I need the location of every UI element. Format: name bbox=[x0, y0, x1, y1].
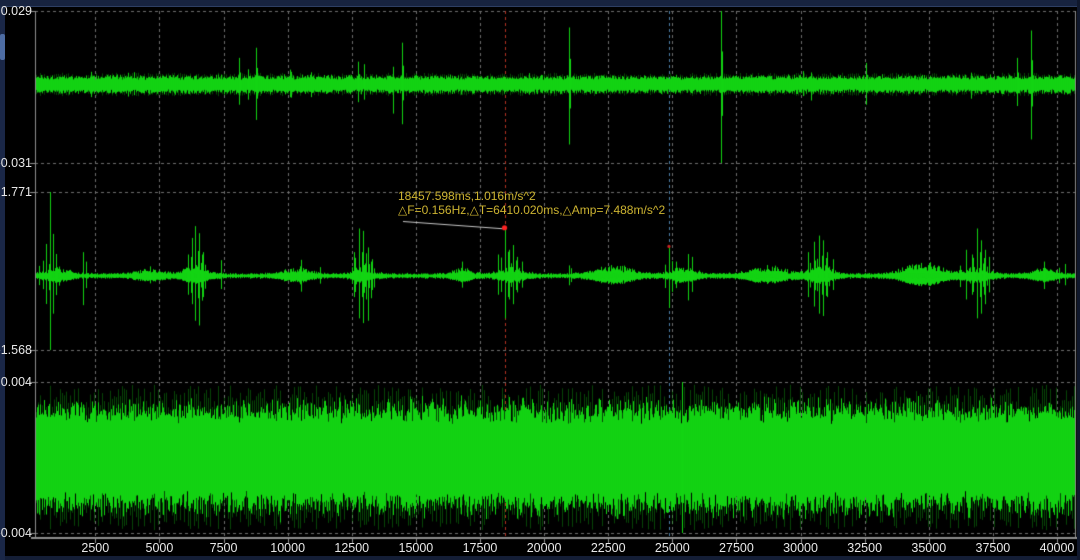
annotation-line-2: △F=0.156Hz,△T=6410.020ms,△Amp=7.488m/s^2 bbox=[398, 203, 665, 217]
x-tick-label: 10000 bbox=[270, 541, 305, 555]
x-tick-label: 32500 bbox=[847, 541, 882, 555]
x-tick-label: 22500 bbox=[591, 541, 626, 555]
left-scrollbar-track bbox=[0, 6, 5, 560]
y-axis-label-mid-min: -1.568 bbox=[0, 343, 32, 357]
x-tick-label: 5000 bbox=[146, 541, 174, 555]
x-tick-label: 20000 bbox=[527, 541, 562, 555]
y-axis-label-top-max: 0.029 bbox=[1, 4, 32, 18]
x-tick-label: 2500 bbox=[81, 541, 109, 555]
window-bottom-edge bbox=[0, 556, 1080, 560]
left-scrollbar-thumb[interactable] bbox=[0, 34, 5, 60]
x-tick-label: 35000 bbox=[911, 541, 946, 555]
window-top-edge bbox=[0, 0, 1080, 7]
x-tick-label: 12500 bbox=[334, 541, 369, 555]
y-axis-label-top-min: -0.031 bbox=[0, 156, 32, 170]
x-tick-label: 7500 bbox=[210, 541, 238, 555]
x-tick-label: 25000 bbox=[655, 541, 690, 555]
x-tick-label: 15000 bbox=[398, 541, 433, 555]
y-axis-label-bottom-min: -0.004 bbox=[0, 526, 32, 540]
x-tick-label: 27500 bbox=[719, 541, 754, 555]
x-tick-label: 30000 bbox=[783, 541, 818, 555]
x-tick-label: 17500 bbox=[463, 541, 498, 555]
y-axis-label-mid-max: 1.771 bbox=[1, 185, 32, 199]
x-tick-label: 37500 bbox=[975, 541, 1010, 555]
plot-canvas[interactable] bbox=[0, 0, 1080, 560]
y-axis-label-bottom-max: 0.004 bbox=[1, 375, 32, 389]
x-tick-label: 40000 bbox=[1040, 541, 1075, 555]
annotation-line-1: 18457.598ms,1.016m/s^2 bbox=[398, 189, 536, 203]
vibration-waveform-viewer: 0.029 -0.031 1.771 -1.568 0.004 -0.004 2… bbox=[0, 0, 1080, 560]
